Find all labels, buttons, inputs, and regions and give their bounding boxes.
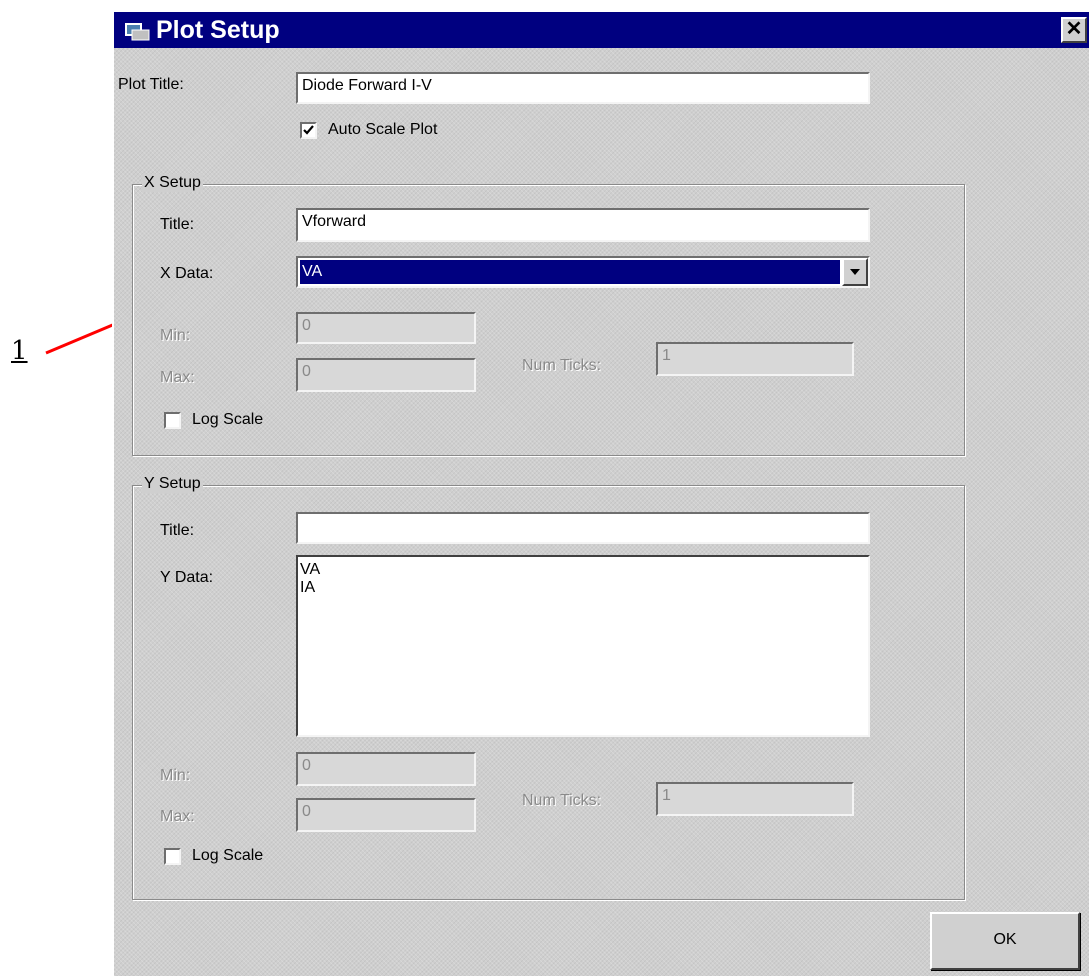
window-title: Plot Setup [156,16,280,44]
x-min-input[interactable]: 0 [296,312,476,344]
x-log-scale-label: Log Scale [192,411,264,428]
auto-scale-label: Auto Scale Plot [328,121,438,138]
y-log-scale-checkbox[interactable] [164,848,181,865]
x-title-label: Title: [160,216,195,233]
y-max-label: Max: [160,808,195,825]
x-max-input[interactable]: 0 [296,358,476,392]
y-setup-group-title: Y Setup [142,475,203,493]
y-max-input[interactable]: 0 [296,798,476,832]
y-num-ticks-label: Num Ticks: [522,792,602,809]
list-item[interactable]: VA [300,561,866,579]
plot-title-input[interactable]: Diode Forward I-V [296,72,870,104]
x-log-scale-checkbox[interactable] [164,412,181,429]
close-button[interactable]: ✕ [1061,17,1087,43]
close-icon: ✕ [1065,18,1083,40]
plot-setup-dialog: Plot Setup ✕ Plot Title: Diode Forward I… [112,10,1089,976]
window-app-icon [125,23,150,41]
list-item[interactable]: IA [300,579,866,597]
x-data-dropdown-button[interactable] [842,258,868,286]
y-min-input[interactable]: 0 [296,752,476,786]
plot-title-label: Plot Title: [118,76,184,93]
x-min-label: Min: [160,327,191,344]
chevron-down-icon [850,269,860,275]
y-title-label: Title: [160,522,195,539]
y-log-scale-label: Log Scale [192,847,264,864]
y-title-input[interactable] [296,512,870,544]
y-data-label: Y Data: [160,569,214,586]
title-bar[interactable]: Plot Setup ✕ [114,12,1089,48]
x-max-label: Max: [160,369,195,386]
x-num-ticks-input[interactable]: 1 [656,342,854,376]
x-setup-group-title: X Setup [142,174,203,192]
x-title-input[interactable]: Vforward [296,208,870,242]
y-num-ticks-input[interactable]: 1 [656,782,854,816]
checkmark-icon [303,125,314,135]
x-num-ticks-label: Num Ticks: [522,357,602,374]
auto-scale-checkbox[interactable] [300,122,317,139]
ok-button[interactable]: OK [930,912,1080,970]
y-data-listbox[interactable]: VA IA [296,555,870,737]
x-data-label: X Data: [160,265,214,282]
y-min-label: Min: [160,767,191,784]
x-data-selected: VA [300,260,840,284]
x-data-dropdown[interactable]: VA [296,256,870,288]
